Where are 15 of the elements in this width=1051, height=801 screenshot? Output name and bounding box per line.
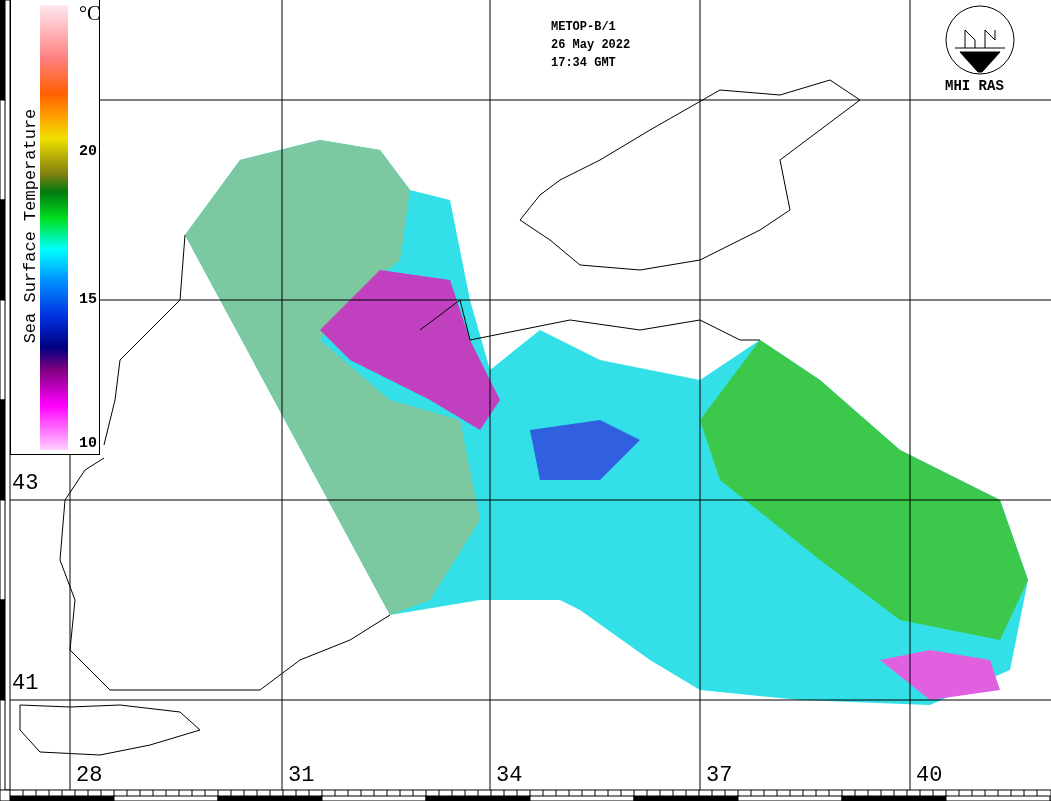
- longitude-label: 37: [706, 764, 733, 788]
- scale-tick-label: 20: [79, 143, 97, 160]
- longitude-label: 28: [76, 764, 103, 788]
- image-date: 26 May 2022: [551, 38, 631, 52]
- legend-title: Sea Surface Temperature: [20, 107, 41, 346]
- image-time: 17:34 GMT: [551, 56, 617, 70]
- satellite-name: METOP-B/1: [551, 20, 617, 34]
- longitude-label: 34: [496, 764, 523, 788]
- institute-logo-icon: [945, 5, 1015, 75]
- scale-tick-label: 10: [79, 435, 97, 452]
- unit-label: °C: [79, 2, 101, 25]
- longitude-label: 31: [288, 764, 315, 788]
- scale-tick-label: 15: [79, 291, 97, 308]
- longitude-label: 40: [916, 764, 943, 788]
- logo-caption: MHI RAS: [945, 78, 1004, 94]
